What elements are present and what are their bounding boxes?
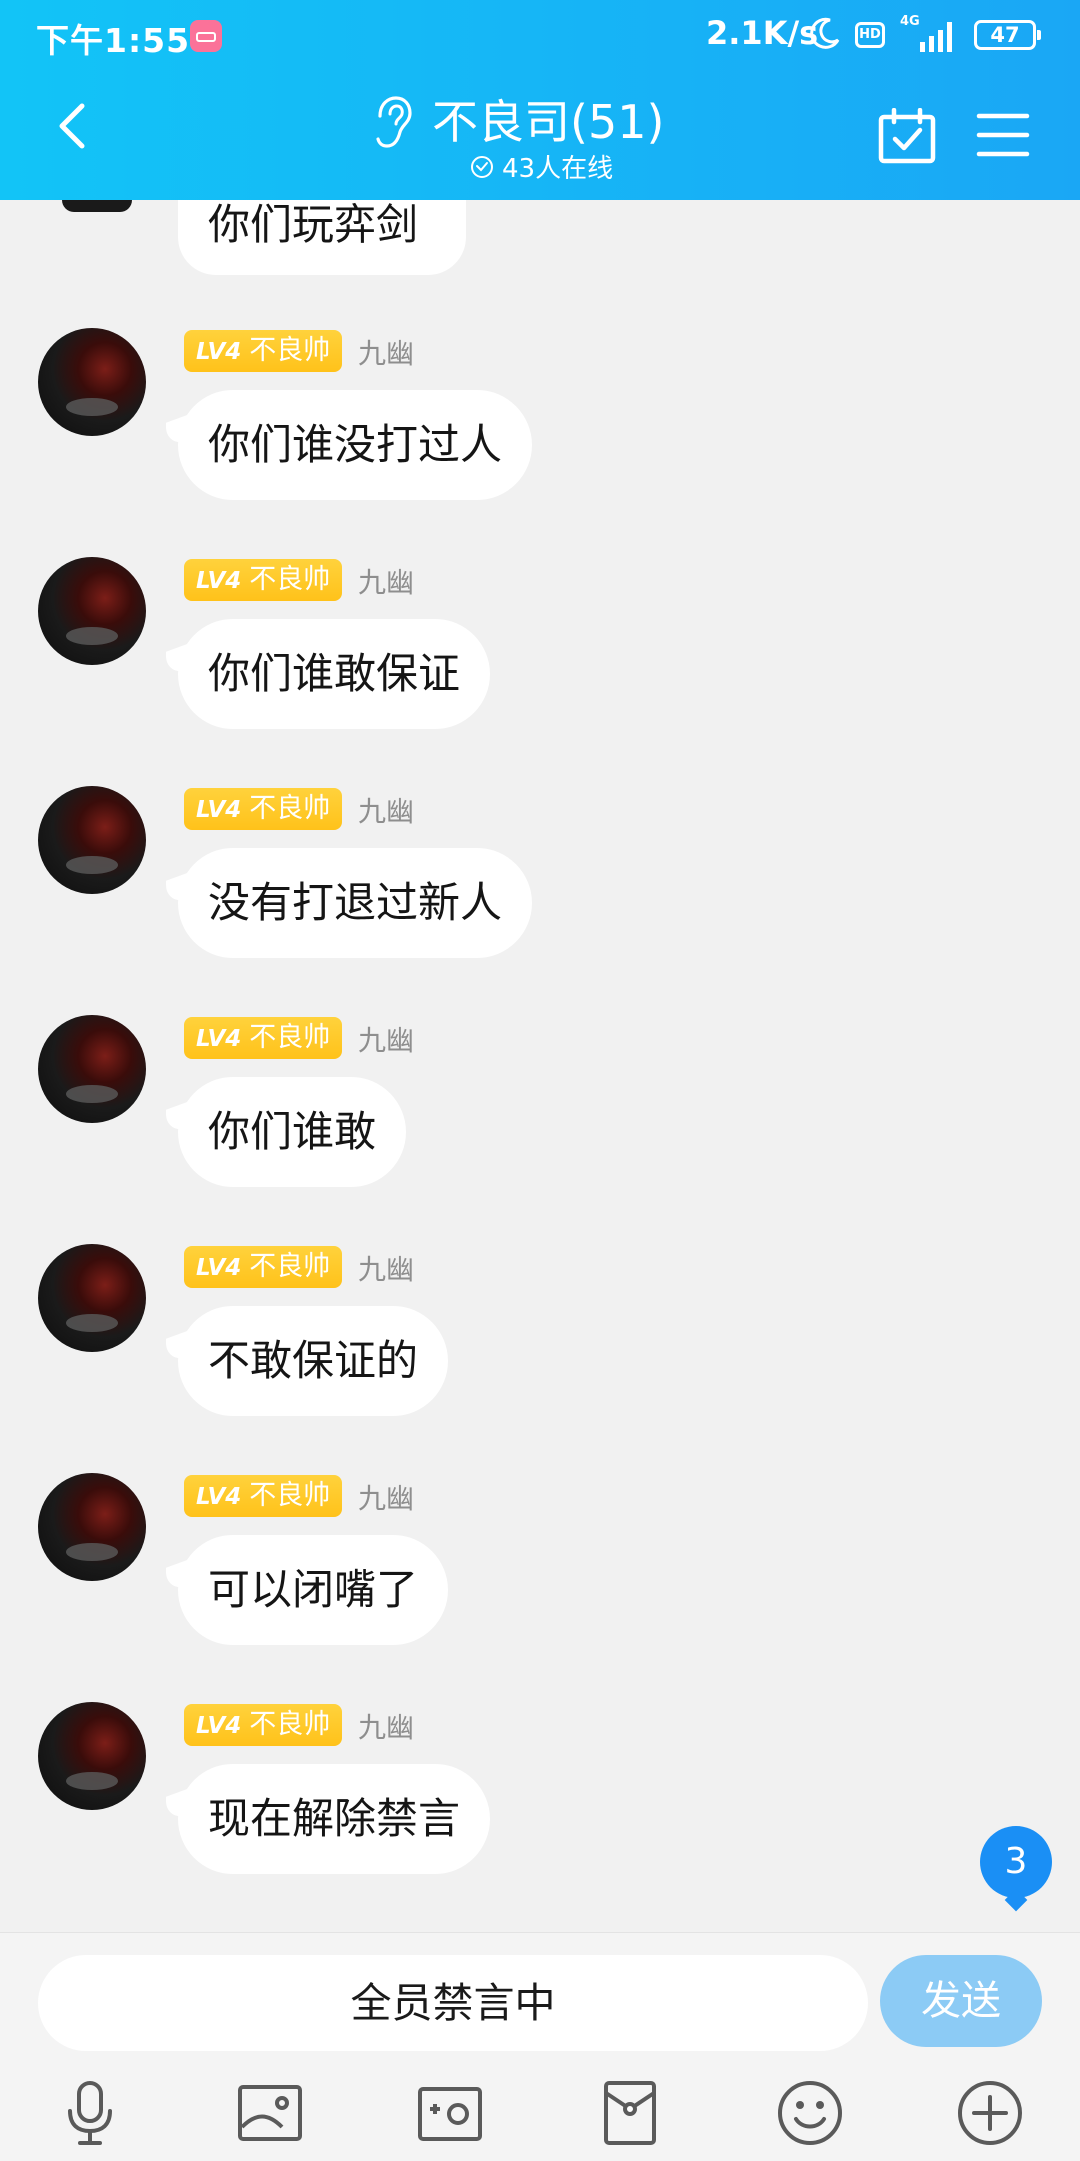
bilibili-app-icon bbox=[190, 20, 222, 52]
sender-name: 九幽 bbox=[358, 795, 415, 828]
badge-title: 不良帅 bbox=[249, 1251, 331, 1282]
message-text: 你们玩弈剑 bbox=[208, 200, 419, 249]
member-badge: LV4 不良帅 bbox=[184, 1475, 343, 1517]
message-bubble[interactable]: 现在解除禁言 bbox=[178, 1764, 491, 1874]
emoji-icon[interactable] bbox=[774, 2077, 846, 2149]
send-button[interactable]: 发送 bbox=[880, 1955, 1042, 2047]
network-speed: 2.1K/s bbox=[706, 14, 819, 52]
battery-icon: 47 bbox=[974, 20, 1041, 50]
camera-icon[interactable] bbox=[414, 2077, 486, 2149]
sender-name: 九幽 bbox=[358, 1711, 415, 1744]
calendar-checkin-icon[interactable] bbox=[878, 108, 936, 164]
avatar[interactable] bbox=[38, 557, 146, 665]
badge-title: 不良帅 bbox=[249, 1480, 331, 1511]
avatar[interactable] bbox=[62, 200, 132, 212]
message-item: LV4 不良帅 九幽 现在解除禁言 bbox=[0, 1702, 1080, 1922]
member-badge: LV4 不良帅 bbox=[184, 330, 343, 372]
chat-header: 下午1:55 2.1K/s HD 4G 47 不良司(51) 43人在线 bbox=[0, 0, 1080, 200]
badge-level: LV4 bbox=[196, 797, 242, 823]
nav-bar: 不良司(51) 43人在线 bbox=[0, 72, 1080, 200]
message-item: LV4 不良帅 九幽 没有打退过新人 bbox=[0, 786, 1080, 1006]
message-bubble[interactable]: 不敢保证的 bbox=[178, 1306, 449, 1416]
back-arrow-icon[interactable] bbox=[44, 96, 104, 156]
message-item: LV4 不良帅 九幽 不敢保证的 bbox=[0, 1244, 1080, 1464]
avatar[interactable] bbox=[38, 328, 146, 436]
avatar[interactable] bbox=[38, 1244, 146, 1352]
sender-name: 九幽 bbox=[358, 566, 415, 599]
menu-icon[interactable] bbox=[976, 110, 1030, 160]
member-badge: LV4 不良帅 bbox=[184, 788, 343, 830]
battery-level: 47 bbox=[990, 23, 1020, 47]
hd-voice-icon: HD bbox=[855, 22, 885, 48]
avatar[interactable] bbox=[38, 1015, 146, 1123]
signal-strength-icon bbox=[920, 22, 952, 52]
image-icon[interactable] bbox=[234, 2077, 306, 2149]
sender-name: 九幽 bbox=[358, 1253, 415, 1286]
message-item: LV4 不良帅 九幽 你们谁敢 bbox=[0, 1015, 1080, 1235]
online-count-text: 43人在线 bbox=[502, 154, 614, 184]
ear-icon bbox=[376, 96, 412, 148]
avatar[interactable] bbox=[38, 786, 146, 894]
red-packet-icon[interactable] bbox=[594, 2077, 666, 2149]
sender-name: 九幽 bbox=[358, 1024, 415, 1057]
badge-title: 不良帅 bbox=[249, 1709, 331, 1740]
message-bubble[interactable]: 可以闭嘴了 bbox=[178, 1535, 449, 1645]
badge-title: 不良帅 bbox=[249, 564, 331, 595]
badge-level: LV4 bbox=[196, 339, 242, 365]
message-item: LV4 不良帅 九幽 可以闭嘴了 bbox=[0, 1473, 1080, 1693]
message-item: LV4 不良帅 九幽 你们谁没打过人 bbox=[0, 328, 1080, 548]
sender-name: 九幽 bbox=[358, 337, 415, 370]
message-list[interactable]: 你们玩弈剑 LV4 不良帅 九幽 你们谁没打过人 LV4 不良帅 九幽 你们谁敢保证… bbox=[0, 200, 1080, 1932]
badge-title: 不良帅 bbox=[249, 335, 331, 366]
plus-icon[interactable] bbox=[954, 2077, 1026, 2149]
member-badge: LV4 不良帅 bbox=[184, 1704, 343, 1746]
badge-title: 不良帅 bbox=[249, 1022, 331, 1053]
badge-level: LV4 bbox=[196, 1484, 242, 1510]
message-bubble[interactable]: 你们谁没打过人 bbox=[178, 390, 533, 500]
avatar[interactable] bbox=[38, 1473, 146, 1581]
member-badge: LV4 不良帅 bbox=[184, 1017, 343, 1059]
message-item: LV4 不良帅 九幽 你们谁敢保证 bbox=[0, 557, 1080, 777]
input-area: 全员禁言中 发送 bbox=[0, 1932, 1080, 2161]
status-time: 下午1:55 bbox=[36, 21, 191, 60]
online-check-icon bbox=[471, 155, 493, 178]
do-not-disturb-moon-icon bbox=[810, 17, 840, 49]
message-bubble[interactable]: 你们谁敢 bbox=[178, 1077, 407, 1187]
avatar[interactable] bbox=[38, 1702, 146, 1810]
message-bubble[interactable]: 你们玩弈剑 bbox=[178, 200, 466, 275]
badge-level: LV4 bbox=[196, 1255, 242, 1281]
member-badge: LV4 不良帅 bbox=[184, 559, 343, 601]
unread-count-badge[interactable]: 3 bbox=[980, 1826, 1052, 1898]
message-bubble[interactable]: 没有打退过新人 bbox=[178, 848, 533, 958]
badge-level: LV4 bbox=[196, 1713, 242, 1739]
badge-level: LV4 bbox=[196, 568, 242, 594]
message-input[interactable]: 全员禁言中 bbox=[38, 1955, 868, 2051]
sender-name: 九幽 bbox=[358, 1482, 415, 1515]
online-count: 43人在线 bbox=[470, 148, 613, 185]
status-bar: 下午1:55 2.1K/s HD 4G 47 bbox=[0, 0, 1080, 72]
member-badge: LV4 不良帅 bbox=[184, 1246, 343, 1288]
microphone-icon[interactable] bbox=[54, 2077, 126, 2149]
badge-level: LV4 bbox=[196, 1026, 242, 1052]
message-bubble[interactable]: 你们谁敢保证 bbox=[178, 619, 491, 729]
group-title: 不良司(51) bbox=[432, 95, 665, 149]
input-toolbar bbox=[0, 2073, 1080, 2155]
badge-title: 不良帅 bbox=[249, 793, 331, 824]
